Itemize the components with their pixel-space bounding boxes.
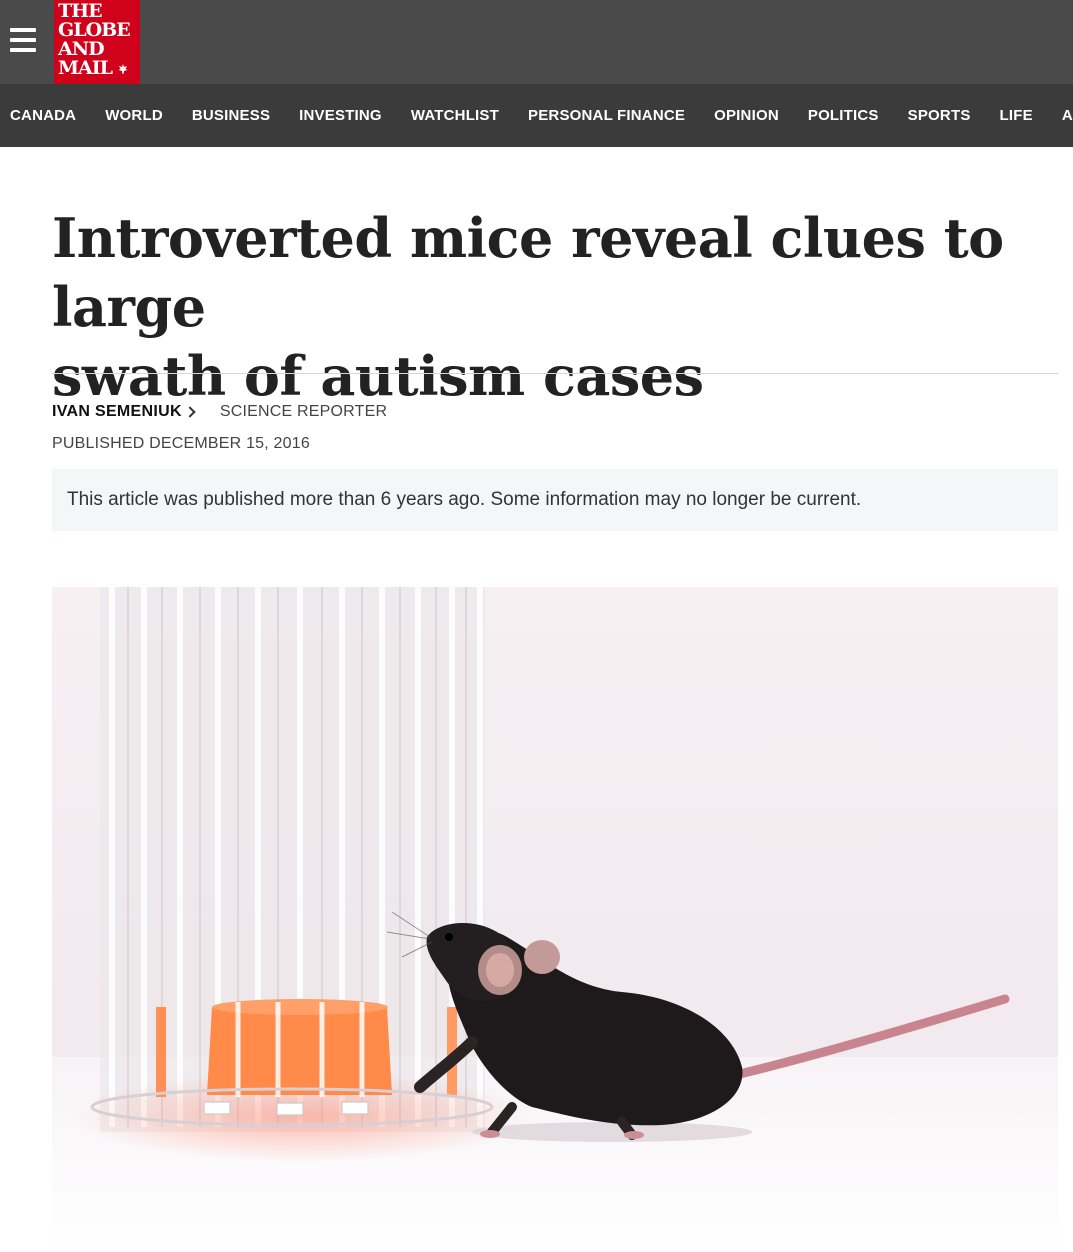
chevron-right-icon[interactable] — [184, 406, 196, 418]
nav-item-canada[interactable]: CANADA — [10, 107, 76, 124]
publish-date: PUBLISHED DECEMBER 15, 2016 — [52, 435, 310, 452]
nav-item-arts[interactable]: ARTS — [1062, 107, 1073, 124]
nav-item-life[interactable]: LIFE — [1000, 107, 1033, 124]
divider — [52, 373, 1058, 374]
author-link[interactable]: IVAN SEMENIUK — [52, 403, 182, 421]
nav-item-personal-finance[interactable]: PERSONAL FINANCE — [528, 107, 685, 124]
top-bar: THE GLOBE AND MAIL — [0, 0, 1073, 84]
nav-item-world[interactable]: WORLD — [105, 107, 163, 124]
headline-line: Introverted mice reveal clues to large — [52, 206, 1004, 339]
maple-leaf-icon — [118, 64, 128, 74]
nav-item-watchlist[interactable]: WATCHLIST — [411, 107, 499, 124]
article-headline: Introverted mice reveal clues to large s… — [52, 204, 1042, 411]
article-photo — [52, 587, 1058, 1252]
author-role: SCIENCE REPORTER — [219, 403, 388, 420]
archive-notice-text: This article was published more than 6 y… — [67, 489, 862, 510]
nav-item-investing[interactable]: INVESTING — [299, 107, 382, 124]
nav-item-politics[interactable]: POLITICS — [808, 107, 879, 124]
headline-line: swath of autism cases — [52, 344, 704, 408]
site-logo[interactable]: THE GLOBE AND MAIL — [54, 0, 140, 84]
archive-notice: This article was published more than 6 y… — [52, 469, 1058, 531]
byline: IVAN SEMENIUK SCIENCE REPORTER — [52, 403, 387, 421]
nav-item-business[interactable]: BUSINESS — [192, 107, 270, 124]
nav-item-sports[interactable]: SPORTS — [908, 107, 971, 124]
nav-item-opinion[interactable]: OPINION — [714, 107, 779, 124]
hamburger-menu-icon[interactable] — [10, 28, 36, 52]
mouse-photo-illustration — [52, 587, 1058, 1252]
section-nav: CANADA WORLD BUSINESS INVESTING WATCHLIS… — [0, 84, 1073, 147]
